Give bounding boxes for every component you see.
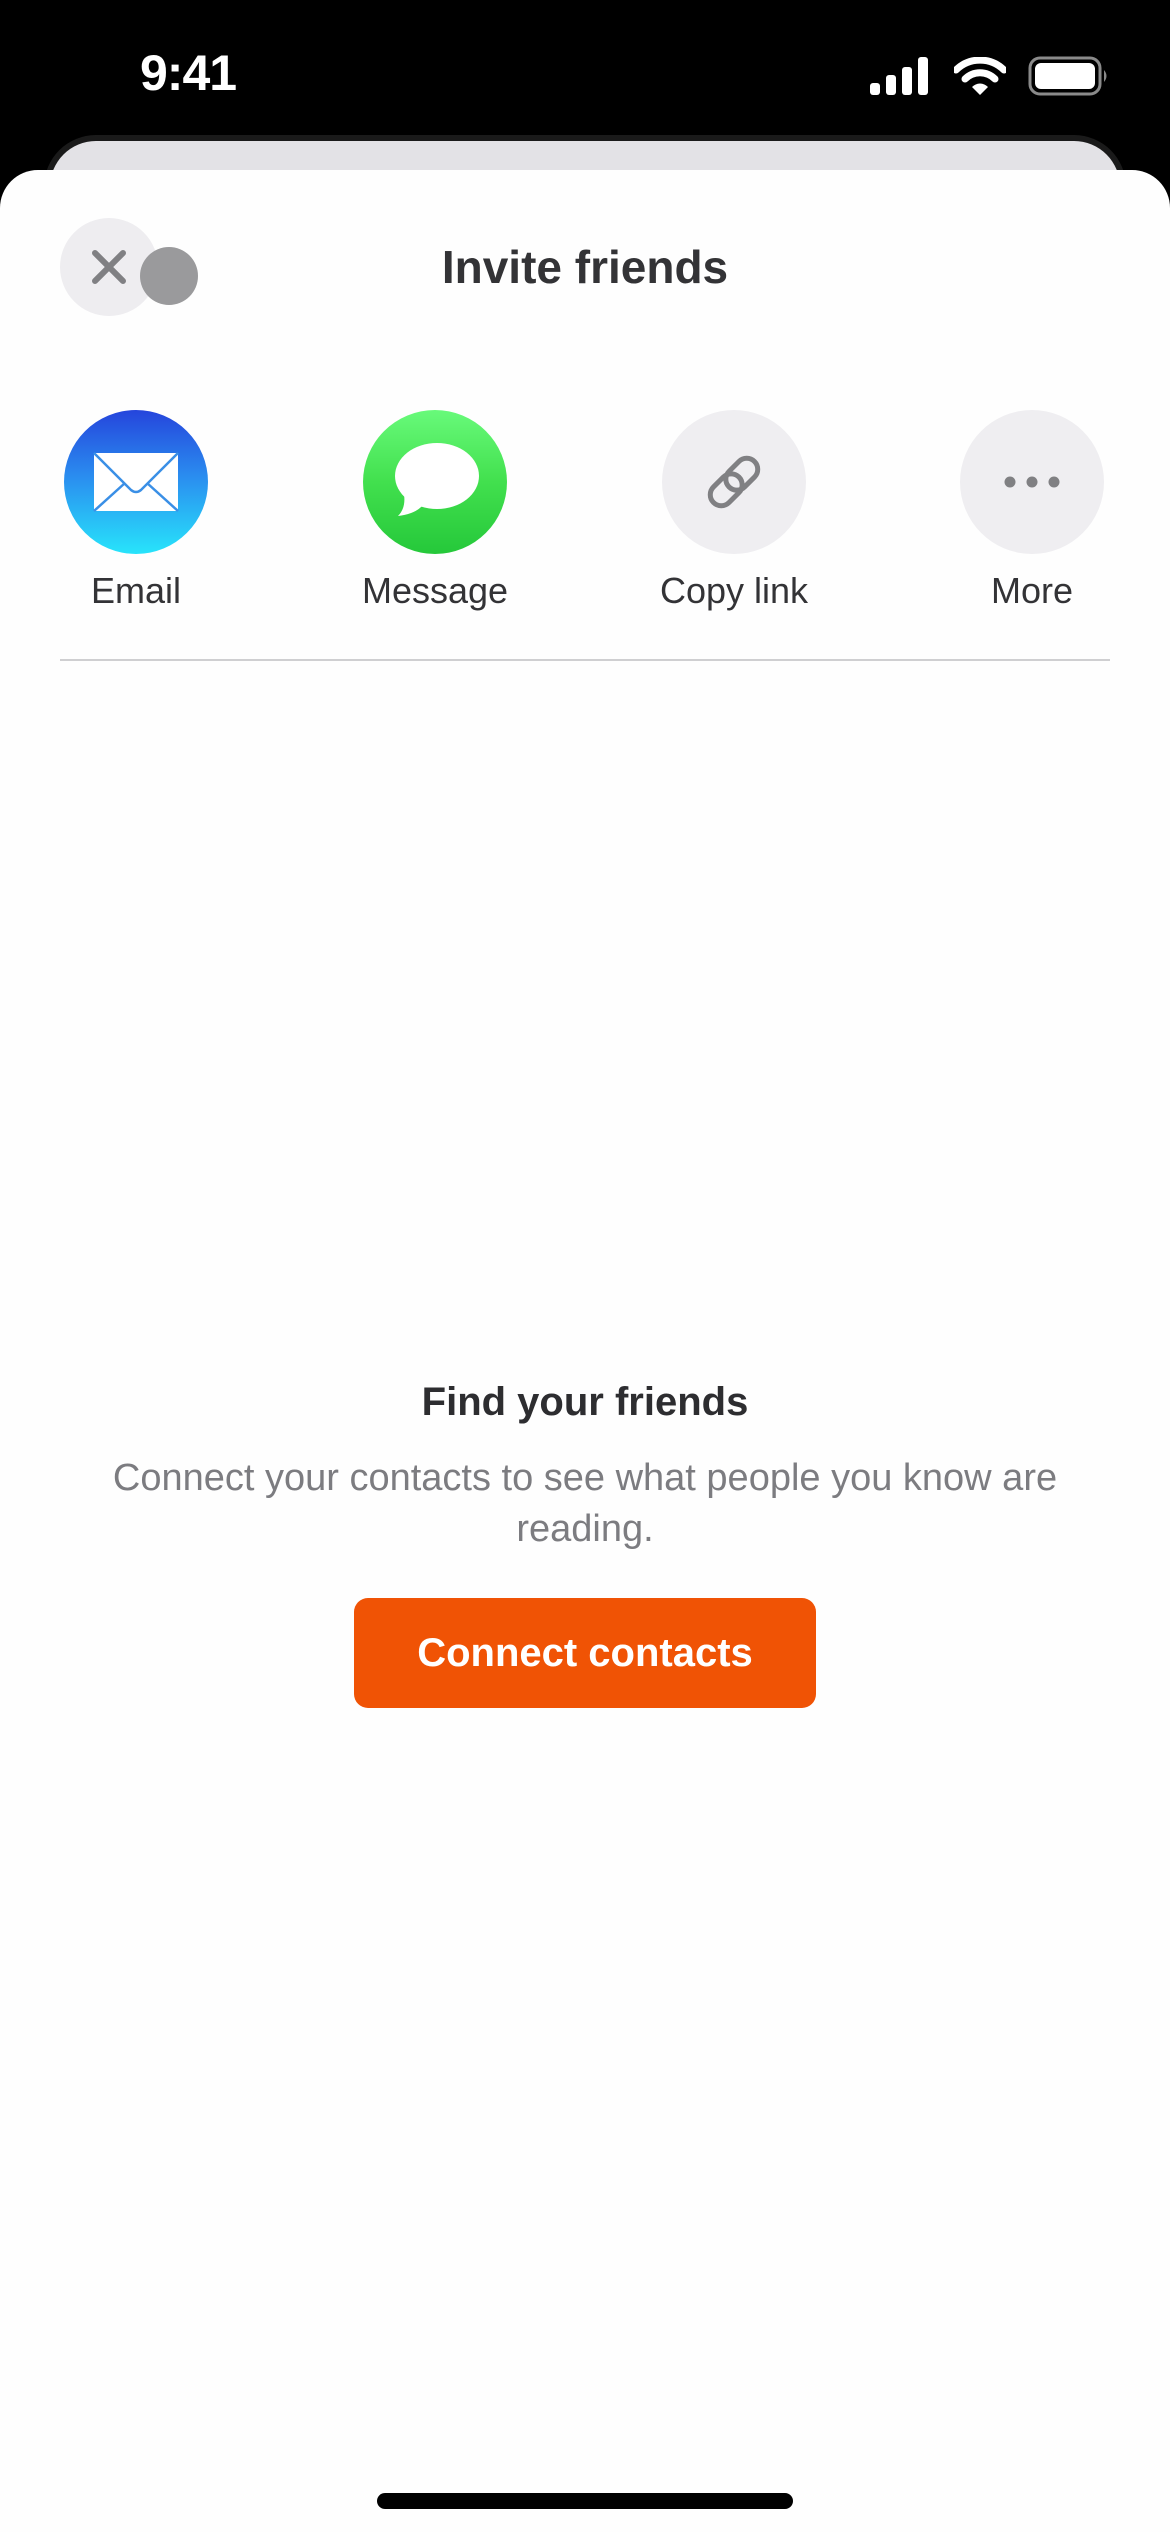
share-label: Copy link — [659, 570, 809, 611]
message-circle — [363, 410, 507, 554]
email-circle — [64, 410, 208, 554]
battery-icon — [1028, 56, 1107, 96]
invite-sheet: Invite friends Email Message Copy link M… — [0, 170, 1170, 2532]
home-indicator[interactable] — [377, 2493, 793, 2509]
share-email-button[interactable]: Email — [16, 410, 256, 612]
share-label: Message — [361, 570, 509, 611]
status-bar: 9:41 — [0, 0, 1170, 140]
more-circle — [960, 410, 1104, 554]
sheet-title: Invite friends — [441, 241, 729, 293]
signal-icon — [870, 57, 928, 95]
find-friends-description: Connect your contacts to see what people… — [112, 1457, 1058, 1550]
status-time: 9:41 — [140, 45, 237, 101]
mail-icon — [93, 452, 179, 512]
link-icon — [707, 455, 761, 509]
share-label: More — [990, 570, 1074, 611]
share-options: Email Message Copy link More — [0, 410, 1170, 612]
copy-link-circle — [662, 410, 806, 554]
share-message-button[interactable]: Message — [315, 410, 555, 612]
wifi-icon — [954, 57, 1006, 95]
message-bubble-icon — [395, 443, 479, 516]
share-copy-link-button[interactable]: Copy link — [614, 410, 854, 612]
status-icons — [870, 56, 1110, 96]
divider — [60, 659, 1110, 661]
share-label: Email — [90, 570, 182, 611]
share-more-button[interactable]: More — [912, 410, 1152, 612]
ellipsis-icon — [1004, 476, 1060, 488]
find-friends-title: Find your friends — [421, 1380, 749, 1424]
connect-contacts-button[interactable]: Connect contacts — [354, 1598, 816, 1708]
